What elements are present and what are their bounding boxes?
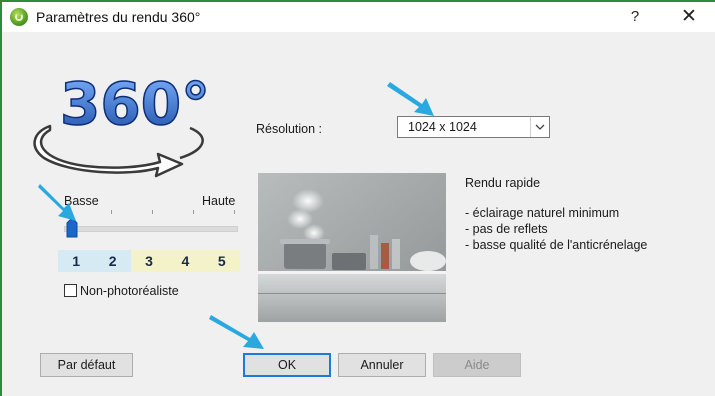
quality-level-5: 5: [203, 250, 240, 272]
slider-tick: [152, 210, 153, 214]
help-question-button[interactable]: ?: [625, 6, 645, 28]
quality-high-label: Haute: [202, 194, 236, 208]
callout-arrow-icon: [387, 82, 434, 116]
chevron-down-icon: [535, 124, 545, 130]
slider-tick: [234, 210, 235, 214]
quality-level-1: 1: [58, 250, 95, 272]
slider-tick: [193, 210, 194, 214]
quality-level-3: 3: [130, 250, 168, 272]
render-mode-title: Rendu rapide: [465, 176, 541, 190]
render-preview-image: [258, 173, 446, 322]
non-photorealistic-checkbox[interactable]: [64, 284, 77, 297]
slider-tick: [111, 210, 112, 214]
window-title: Paramètres du rendu 360°: [36, 9, 201, 25]
logo-360-text: 360°: [60, 70, 210, 138]
dialog-content: 360° Résolution : 1024 x 1024 Basse Haut…: [2, 32, 715, 396]
resolution-label: Résolution :: [256, 122, 323, 136]
default-button[interactable]: Par défaut: [40, 353, 133, 377]
rotation-360-icon: 360°: [33, 69, 211, 178]
resolution-selected-value: 1024 x 1024: [408, 120, 477, 134]
dropdown-arrow[interactable]: [530, 117, 549, 137]
help-button: Aide: [433, 353, 521, 377]
non-photorealistic-label[interactable]: Non-photoréaliste: [80, 284, 179, 298]
cancel-button[interactable]: Annuler: [338, 353, 426, 377]
render-mode-detail: - éclairage naturel minimum: [465, 206, 620, 220]
quality-slider-track[interactable]: [64, 226, 238, 232]
slider-ticks: [62, 210, 242, 218]
title-bar: Paramètres du rendu 360° ? ✕: [2, 2, 715, 32]
quality-level-2: 2: [94, 250, 131, 272]
render-mode-detail: - basse qualité de l'anticrénelage: [465, 238, 648, 252]
render-mode-detail: - pas de reflets: [465, 222, 548, 236]
callout-arrow-icon: [38, 184, 76, 221]
ok-button[interactable]: OK: [243, 353, 331, 377]
app-logo-icon: [10, 8, 28, 26]
quality-level-4: 4: [167, 250, 204, 272]
close-button[interactable]: ✕: [677, 5, 701, 29]
quality-levels: 1 2 3 4 5: [58, 250, 240, 272]
callout-arrow-icon: [209, 315, 264, 349]
